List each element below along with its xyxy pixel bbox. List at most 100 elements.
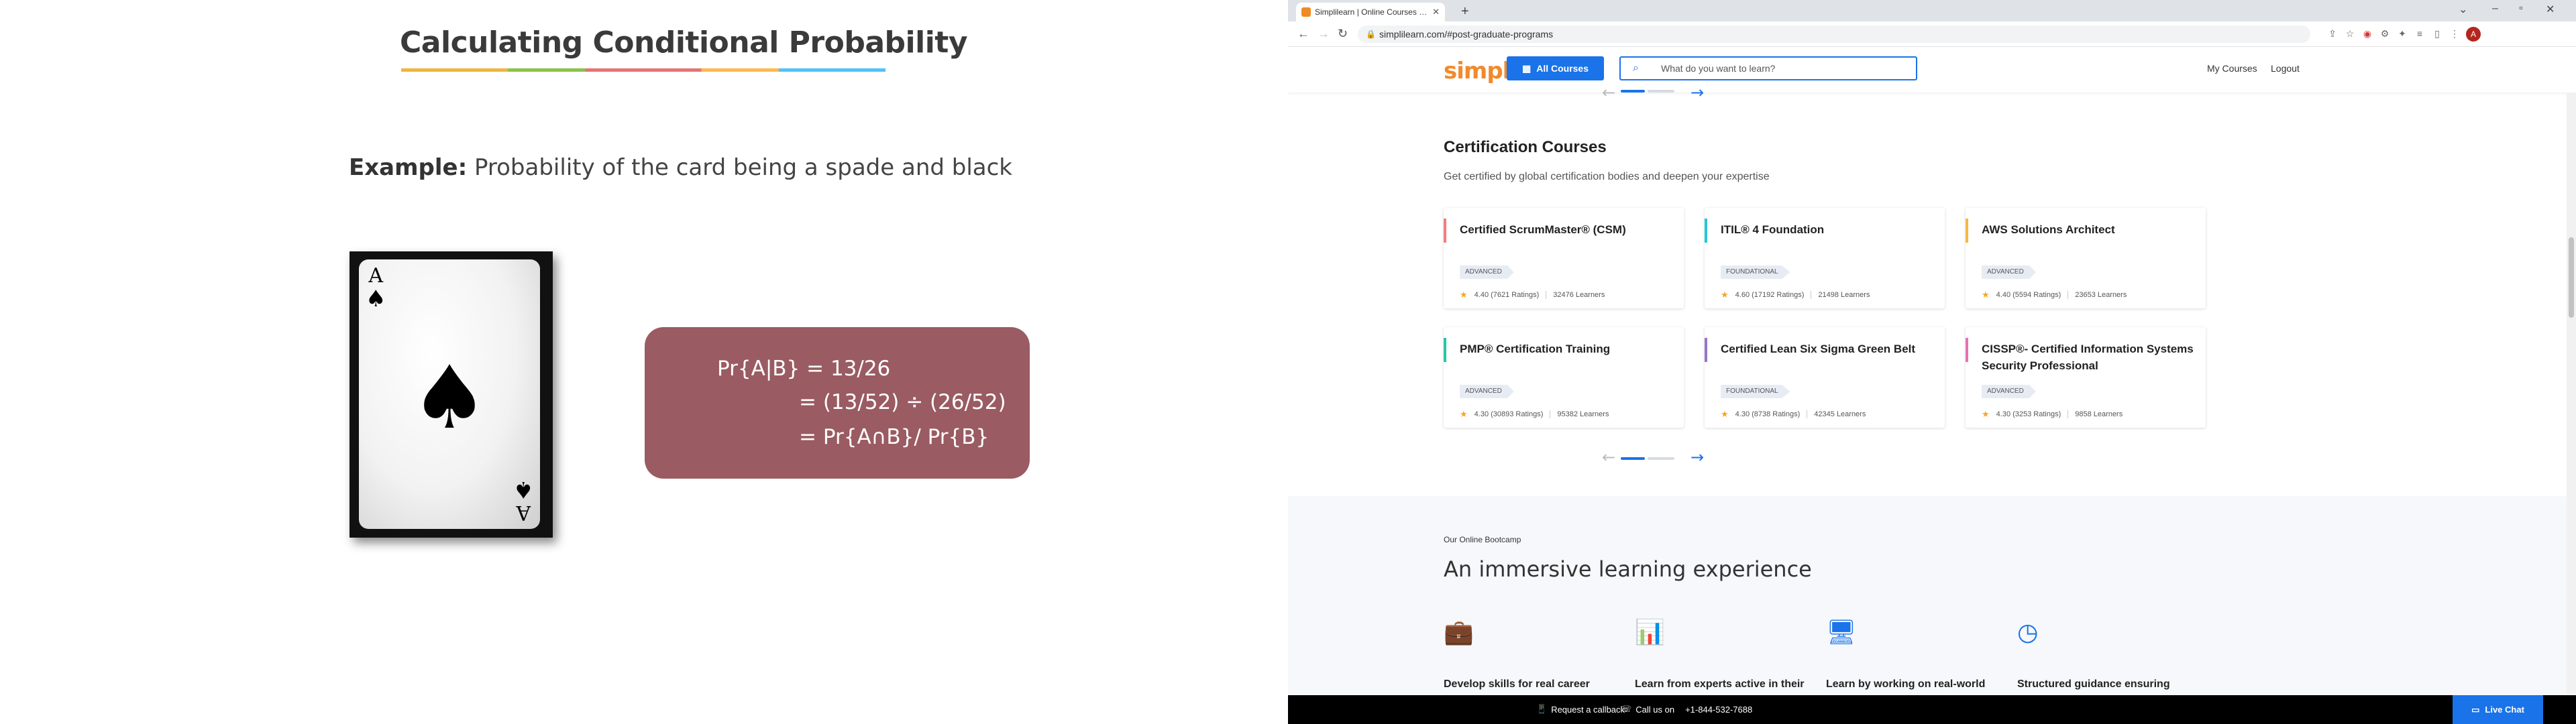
- lock-icon: 🔒: [1366, 29, 1376, 39]
- course-learners: 95382 Learners: [1557, 410, 1609, 418]
- close-tab-icon[interactable]: ✕: [1432, 7, 1440, 17]
- maximize-icon[interactable]: ▫: [2519, 3, 2523, 15]
- address-bar[interactable]: 🔒 simplilearn.com/#post-graduate-program…: [1358, 25, 2310, 43]
- certification-prev-icon[interactable]: ←: [1602, 448, 1615, 467]
- sidepanel-icon[interactable]: ▯: [2431, 27, 2443, 40]
- logout-link[interactable]: Logout: [2271, 63, 2300, 74]
- course-learners: 23653 Learners: [2075, 291, 2127, 299]
- course-name: Certified Lean Six Sigma Green Belt: [1721, 343, 1916, 355]
- course-meta: ★ 4.30 (30893 Ratings) 95382 Learners: [1460, 409, 1609, 420]
- bookmark-star-icon[interactable]: ☆: [2344, 27, 2356, 40]
- star-icon: ★: [1721, 290, 1729, 300]
- phone-number: +1-844-532-7688: [1685, 704, 1753, 715]
- star-icon: ★: [1982, 409, 1990, 419]
- course-meta: ★ 4.30 (8738 Ratings) 42345 Learners: [1721, 409, 1866, 420]
- page-scrollbar[interactable]: [2567, 93, 2576, 694]
- chevron-down-icon[interactable]: ⌄: [2459, 3, 2467, 16]
- bootcamp-section: Our Online Bootcamp An immersive learnin…: [1288, 496, 2567, 707]
- example-text: Example: Probability of the card being a…: [349, 154, 1012, 181]
- title-underline: [401, 68, 885, 72]
- course-meta: ★ 4.40 (7621 Ratings) 32476 Learners: [1460, 290, 1605, 300]
- extension-red-icon[interactable]: ◉: [2361, 27, 2373, 40]
- formula-line-3: = Pr{A∩B}/ Pr{B}: [799, 425, 989, 449]
- my-courses-link[interactable]: My Courses: [2207, 63, 2257, 74]
- media-icon[interactable]: ≡: [2414, 27, 2426, 40]
- search-icon: ⌕: [1633, 62, 1639, 74]
- live-chat-label: Live Chat: [2485, 705, 2524, 715]
- all-courses-button[interactable]: ▦ All Courses: [1507, 56, 1604, 80]
- card-accent: [1966, 338, 1968, 362]
- extensions-puzzle-icon[interactable]: ✦: [2396, 27, 2408, 40]
- card-rank-bottom: A: [515, 501, 531, 524]
- menu-icon[interactable]: ⋮: [2449, 27, 2461, 40]
- course-name: AWS Solutions Architect: [1982, 223, 2115, 236]
- favicon-icon: [1301, 7, 1311, 17]
- extension-gear-icon[interactable]: ⚙: [2379, 27, 2391, 40]
- all-courses-label: All Courses: [1536, 63, 1589, 74]
- course-rating: 4.30 (3253 Ratings): [1996, 410, 2061, 418]
- example-label: Example:: [349, 154, 468, 181]
- browser-window: Simplilearn | Online Courses - Bo ✕ + ⌄ …: [1288, 0, 2576, 724]
- call-us[interactable]: ☏ Call us on +1-844-532-7688: [1621, 704, 1752, 715]
- browser-tab[interactable]: Simplilearn | Online Courses - Bo ✕: [1296, 3, 1445, 21]
- search-placeholder: What do you want to learn?: [1661, 63, 1776, 74]
- course-name: PMP® Certification Training: [1460, 343, 1611, 355]
- tab-title: Simplilearn | Online Courses - Bo: [1315, 7, 1429, 17]
- close-window-icon[interactable]: ✕: [2546, 3, 2555, 16]
- scrollbar-thumb[interactable]: [2569, 237, 2574, 318]
- course-learners: 21498 Learners: [1818, 291, 1870, 299]
- course-rating: 4.40 (5594 Ratings): [1996, 291, 2061, 299]
- star-icon: ★: [1982, 290, 1990, 300]
- spade-center-icon: ♠: [410, 347, 489, 448]
- ace-of-spades-card: A ♠ ♠ A ♠: [350, 251, 553, 538]
- forward-icon[interactable]: →: [1318, 27, 1330, 41]
- share-icon[interactable]: ⇪: [2326, 27, 2339, 40]
- course-card[interactable]: Certified ScrumMaster® (CSM) ADVANCED ★ 4…: [1444, 208, 1684, 308]
- course-card[interactable]: CISSP®- Certified Information Systems Se…: [1966, 327, 2206, 428]
- card-accent: [1966, 219, 1968, 243]
- briefcase-icon: 💼: [1444, 618, 1474, 646]
- course-learners: 42345 Learners: [1814, 410, 1866, 418]
- course-card[interactable]: ITIL® 4 Foundation FOUNDATIONAL ★ 4.60 (1…: [1705, 208, 1945, 308]
- course-card[interactable]: Certified Lean Six Sigma Green Belt FOUN…: [1705, 327, 1945, 428]
- url-text: simplilearn.com/#post-graduate-programs: [1379, 29, 1554, 40]
- level-badge: ADVANCED: [1982, 265, 2036, 279]
- call-us-label: Call us on: [1635, 704, 1675, 715]
- search-input[interactable]: ⌕ What do you want to learn?: [1619, 56, 1917, 80]
- formula-line-1: Pr{A|B} = 13/26: [717, 357, 891, 381]
- request-callback-button[interactable]: 📱 Request a callback: [1536, 704, 1625, 715]
- course-card[interactable]: PMP® Certification Training ADVANCED ★ 4.…: [1444, 327, 1684, 428]
- formula-box: Pr{A|B} = 13/26 = (13/52) ÷ (26/52) = Pr…: [645, 327, 1030, 479]
- certification-carousel-indicator: [1621, 457, 1674, 460]
- presentation-icon: 📊: [1635, 618, 1665, 646]
- level-badge: ADVANCED: [1460, 385, 1514, 398]
- profile-avatar[interactable]: A: [2466, 27, 2481, 42]
- call-icon: ☏: [1621, 704, 1632, 714]
- level-badge: FOUNDATIONAL: [1721, 385, 1790, 398]
- card-corner-top: A ♠: [366, 266, 386, 311]
- course-meta: ★ 4.60 (17192 Ratings) 21498 Learners: [1721, 290, 1870, 300]
- certification-next-icon[interactable]: →: [1690, 448, 1704, 467]
- slide-title: Calculating Conditional Probability: [400, 25, 968, 60]
- card-face: A ♠ ♠ A ♠: [359, 259, 540, 529]
- carousel-dot: [1648, 90, 1674, 93]
- course-rating: 4.60 (17192 Ratings): [1735, 291, 1805, 299]
- course-card[interactable]: AWS Solutions Architect ADVANCED ★ 4.40 (…: [1966, 208, 2206, 308]
- course-learners: 9858 Learners: [2075, 410, 2123, 418]
- minimize-icon[interactable]: –: [2492, 3, 2498, 15]
- new-tab-icon[interactable]: +: [1461, 4, 1469, 19]
- example-description: Probability of the card being a spade an…: [467, 154, 1012, 181]
- level-badge: ADVANCED: [1460, 265, 1514, 279]
- carousel-active-dot: [1621, 457, 1645, 460]
- carousel-prev-icon[interactable]: ←: [1602, 83, 1615, 102]
- monitor-icon: 🖥: [1826, 618, 1857, 646]
- star-icon: ★: [1721, 409, 1729, 419]
- bootcamp-title: An immersive learning experience: [1444, 556, 1812, 582]
- sticky-bottom-bar: 📱 Request a callback ☏ Call us on +1-844…: [1288, 695, 2576, 724]
- card-accent: [1705, 219, 1707, 243]
- course-meta: ★ 4.40 (5594 Ratings) 23653 Learners: [1982, 290, 2127, 300]
- reload-icon[interactable]: ↻: [1338, 27, 1348, 41]
- live-chat-button[interactable]: ▭ Live Chat: [2453, 695, 2543, 724]
- back-icon[interactable]: ←: [1297, 27, 1309, 41]
- carousel-next-icon[interactable]: →: [1690, 83, 1704, 102]
